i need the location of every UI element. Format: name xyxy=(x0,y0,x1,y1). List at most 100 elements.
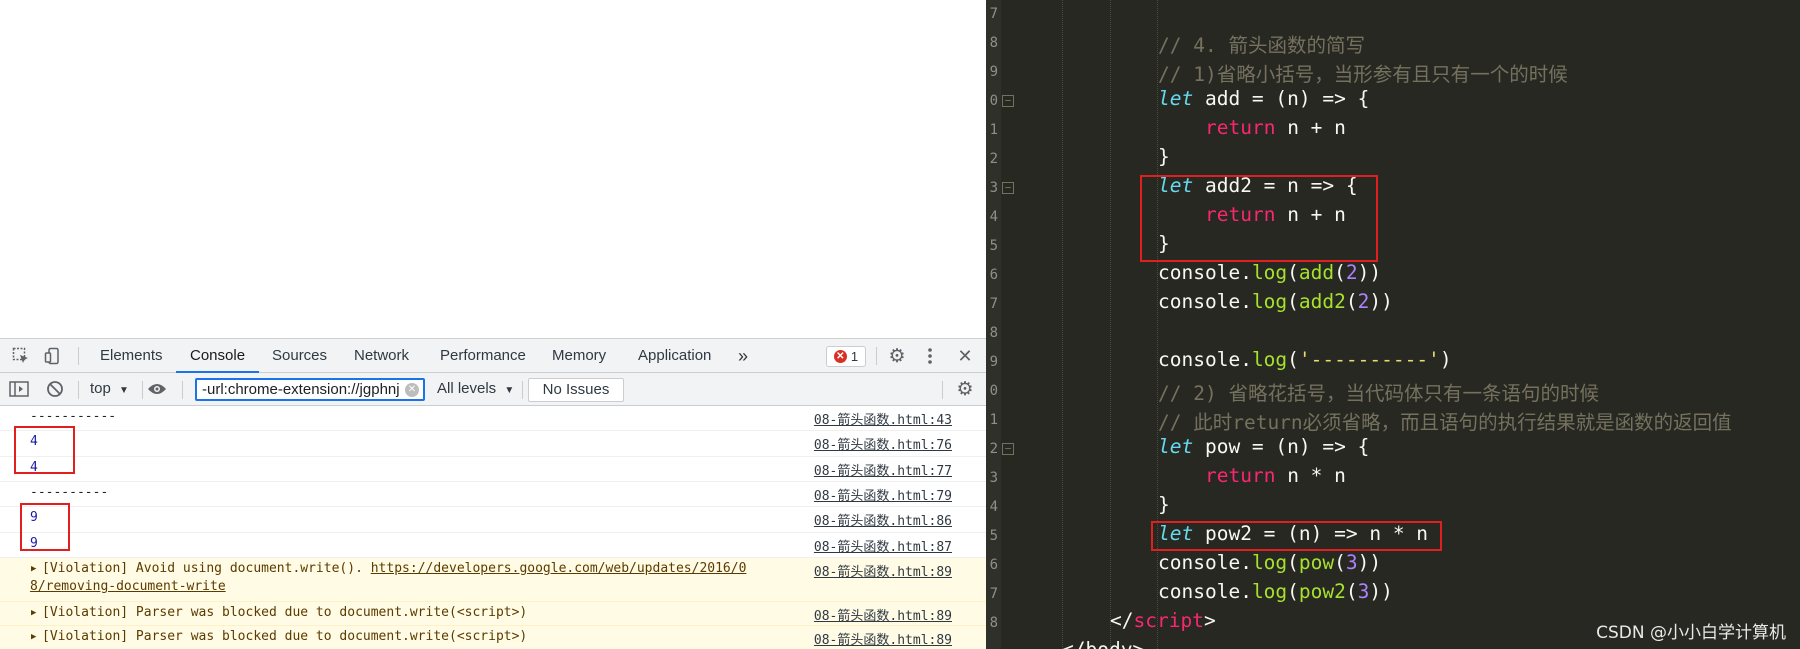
source-link[interactable]: 08-箭头函数.html:86 xyxy=(814,510,952,529)
live-expression-eye-icon[interactable] xyxy=(145,378,169,400)
source-link[interactable]: 08-箭头函数.html:79 xyxy=(814,485,952,504)
line-number: 9 xyxy=(989,354,998,370)
line-number: 3 xyxy=(989,180,998,196)
error-count: 1 xyxy=(850,349,859,364)
console-warning-row: ▶ [Violation] Parser was blocked due to … xyxy=(0,626,986,649)
line-number: 6 xyxy=(989,267,998,283)
console-row: ----------- 08-箭头函数.html:43 xyxy=(0,406,986,431)
watermark: CSDN @小小白学计算机 xyxy=(1596,623,1786,643)
console-row: 9 08-箭头函数.html:86 xyxy=(0,507,986,533)
tab-elements[interactable]: Elements xyxy=(100,339,163,373)
tab-console[interactable]: Console xyxy=(176,339,260,373)
code-line: let pow = (n) => { xyxy=(1158,435,1370,458)
source-link[interactable]: 08-箭头函数.html:89 xyxy=(814,605,952,624)
inspect-element-icon[interactable] xyxy=(10,345,32,367)
code-line: </body> xyxy=(1062,638,1144,649)
line-number: 8 xyxy=(989,615,998,631)
settings-gear-icon[interactable]: ⚙ xyxy=(886,345,908,367)
fold-toggle-icon[interactable]: − xyxy=(1002,95,1014,107)
code-line: // 1)省略小括号，当形参有且只有一个的时候 xyxy=(1158,63,1568,86)
line-number: 4 xyxy=(989,209,998,225)
highlight-box xyxy=(14,426,75,474)
kebab-menu-icon[interactable] xyxy=(922,345,938,367)
console-row: 4 08-箭头函数.html:76 xyxy=(0,431,986,457)
console-warning-row: ▶ [Violation] Avoid using document.write… xyxy=(0,558,986,602)
highlight-box xyxy=(20,503,70,551)
code-line: return n + n xyxy=(1205,116,1346,139)
code-line: console.log(add(2)) xyxy=(1158,261,1382,284)
tab-network[interactable]: Network xyxy=(354,339,409,373)
line-number: 0 xyxy=(989,93,998,109)
source-link[interactable]: 08-箭头函数.html:43 xyxy=(814,409,952,428)
code-line: let add = (n) => { xyxy=(1158,87,1370,110)
line-number: 4 xyxy=(989,499,998,515)
error-count-badge[interactable]: ✕ 1 xyxy=(826,346,866,367)
warning-message: [Violation] Parser was blocked due to do… xyxy=(42,605,528,620)
expand-triangle-icon[interactable]: ▶ xyxy=(31,564,36,574)
console-row: ---------- 08-箭头函数.html:79 xyxy=(0,482,986,507)
toolbar-divider xyxy=(78,347,79,365)
console-row: 9 08-箭头函数.html:87 xyxy=(0,533,986,558)
source-link[interactable]: 08-箭头函数.html:76 xyxy=(814,434,952,453)
line-number: 6 xyxy=(989,557,998,573)
source-link[interactable]: 08-箭头函数.html:89 xyxy=(814,561,952,580)
code-line: </script> xyxy=(1110,609,1216,632)
more-tabs-button[interactable]: » xyxy=(738,339,748,373)
tab-memory[interactable]: Memory xyxy=(552,339,606,373)
page-viewport xyxy=(0,0,986,338)
warning-message: [Violation] Parser was blocked due to do… xyxy=(42,629,528,644)
highlight-box xyxy=(1151,521,1442,551)
code-line: console.log('----------') xyxy=(1158,348,1452,371)
indent-guide xyxy=(1110,0,1111,649)
warning-message: [Violation] Avoid using document.write()… xyxy=(42,561,746,576)
tab-sources[interactable]: Sources xyxy=(272,339,327,373)
clear-console-icon[interactable] xyxy=(44,378,66,400)
code-line: } xyxy=(1158,493,1170,516)
console-message: ---------- xyxy=(30,485,109,500)
warning-link[interactable]: https://developers.google.com/web/update… xyxy=(371,561,747,576)
code-line: return n * n xyxy=(1205,464,1346,487)
expand-triangle-icon[interactable]: ▶ xyxy=(31,632,36,642)
context-select[interactable]: top ▼ xyxy=(90,380,129,400)
log-levels-select[interactable]: All levels ▼ xyxy=(437,380,514,397)
issues-button[interactable]: No Issues xyxy=(528,378,624,402)
line-number: 8 xyxy=(989,325,998,341)
line-number: 7 xyxy=(989,6,998,22)
line-number: 1 xyxy=(989,412,998,428)
source-link[interactable]: 08-箭头函数.html:89 xyxy=(814,629,952,648)
tab-performance[interactable]: Performance xyxy=(440,339,526,373)
code-line: console.log(pow2(3)) xyxy=(1158,580,1393,603)
console-settings-gear-icon[interactable]: ⚙ xyxy=(954,378,976,400)
console-message: ----------- xyxy=(30,409,117,424)
fold-toggle-icon[interactable]: − xyxy=(1002,182,1014,194)
warning-text: [Violation] Avoid using document.write()… xyxy=(42,561,371,576)
toolbar-divider xyxy=(522,381,523,399)
chevron-down-icon: ▼ xyxy=(504,385,515,396)
clear-filter-icon[interactable]: ✕ xyxy=(405,383,419,397)
line-number: 5 xyxy=(989,238,998,254)
line-number: 2 xyxy=(989,441,998,457)
console-warning-row: ▶ [Violation] Parser was blocked due to … xyxy=(0,602,986,626)
device-toolbar-icon[interactable] xyxy=(42,345,64,367)
console-filter-input[interactable]: -url:chrome-extension://jgphnj xyxy=(195,378,425,401)
fold-toggle-icon[interactable]: − xyxy=(1002,443,1014,455)
code-line: // 此时return必须省略，而且语句的执行结果就是函数的返回值 xyxy=(1158,411,1732,434)
sidebar-toggle-icon[interactable] xyxy=(8,378,30,400)
tab-application[interactable]: Application xyxy=(638,339,711,373)
warning-link-continued[interactable]: 8/removing-document-write xyxy=(30,579,226,594)
line-number: 0 xyxy=(989,383,998,399)
source-link[interactable]: 08-箭头函数.html:77 xyxy=(814,460,952,479)
devtools-tabbar: Elements Console Sources Network Perform… xyxy=(0,339,986,373)
console-messages: ----------- 08-箭头函数.html:43 4 08-箭头函数.ht… xyxy=(0,406,986,649)
expand-triangle-icon[interactable]: ▶ xyxy=(31,608,36,618)
line-number: 3 xyxy=(989,470,998,486)
source-link[interactable]: 08-箭头函数.html:87 xyxy=(814,536,952,555)
error-icon: ✕ xyxy=(833,350,847,363)
indent-guide xyxy=(1062,0,1063,649)
toolbar-divider xyxy=(142,381,143,399)
chevron-down-icon: ▼ xyxy=(119,385,129,396)
line-number: 7 xyxy=(989,586,998,602)
line-number-gutter: 7 8 9 0 1 2 3 4 5 6 7 8 9 0 1 2 3 4 5 6 … xyxy=(986,0,1001,649)
code-editor[interactable]: 7 8 9 0 1 2 3 4 5 6 7 8 9 0 1 2 3 4 5 6 … xyxy=(986,0,1800,649)
close-devtools-icon[interactable]: ✕ xyxy=(956,345,974,367)
